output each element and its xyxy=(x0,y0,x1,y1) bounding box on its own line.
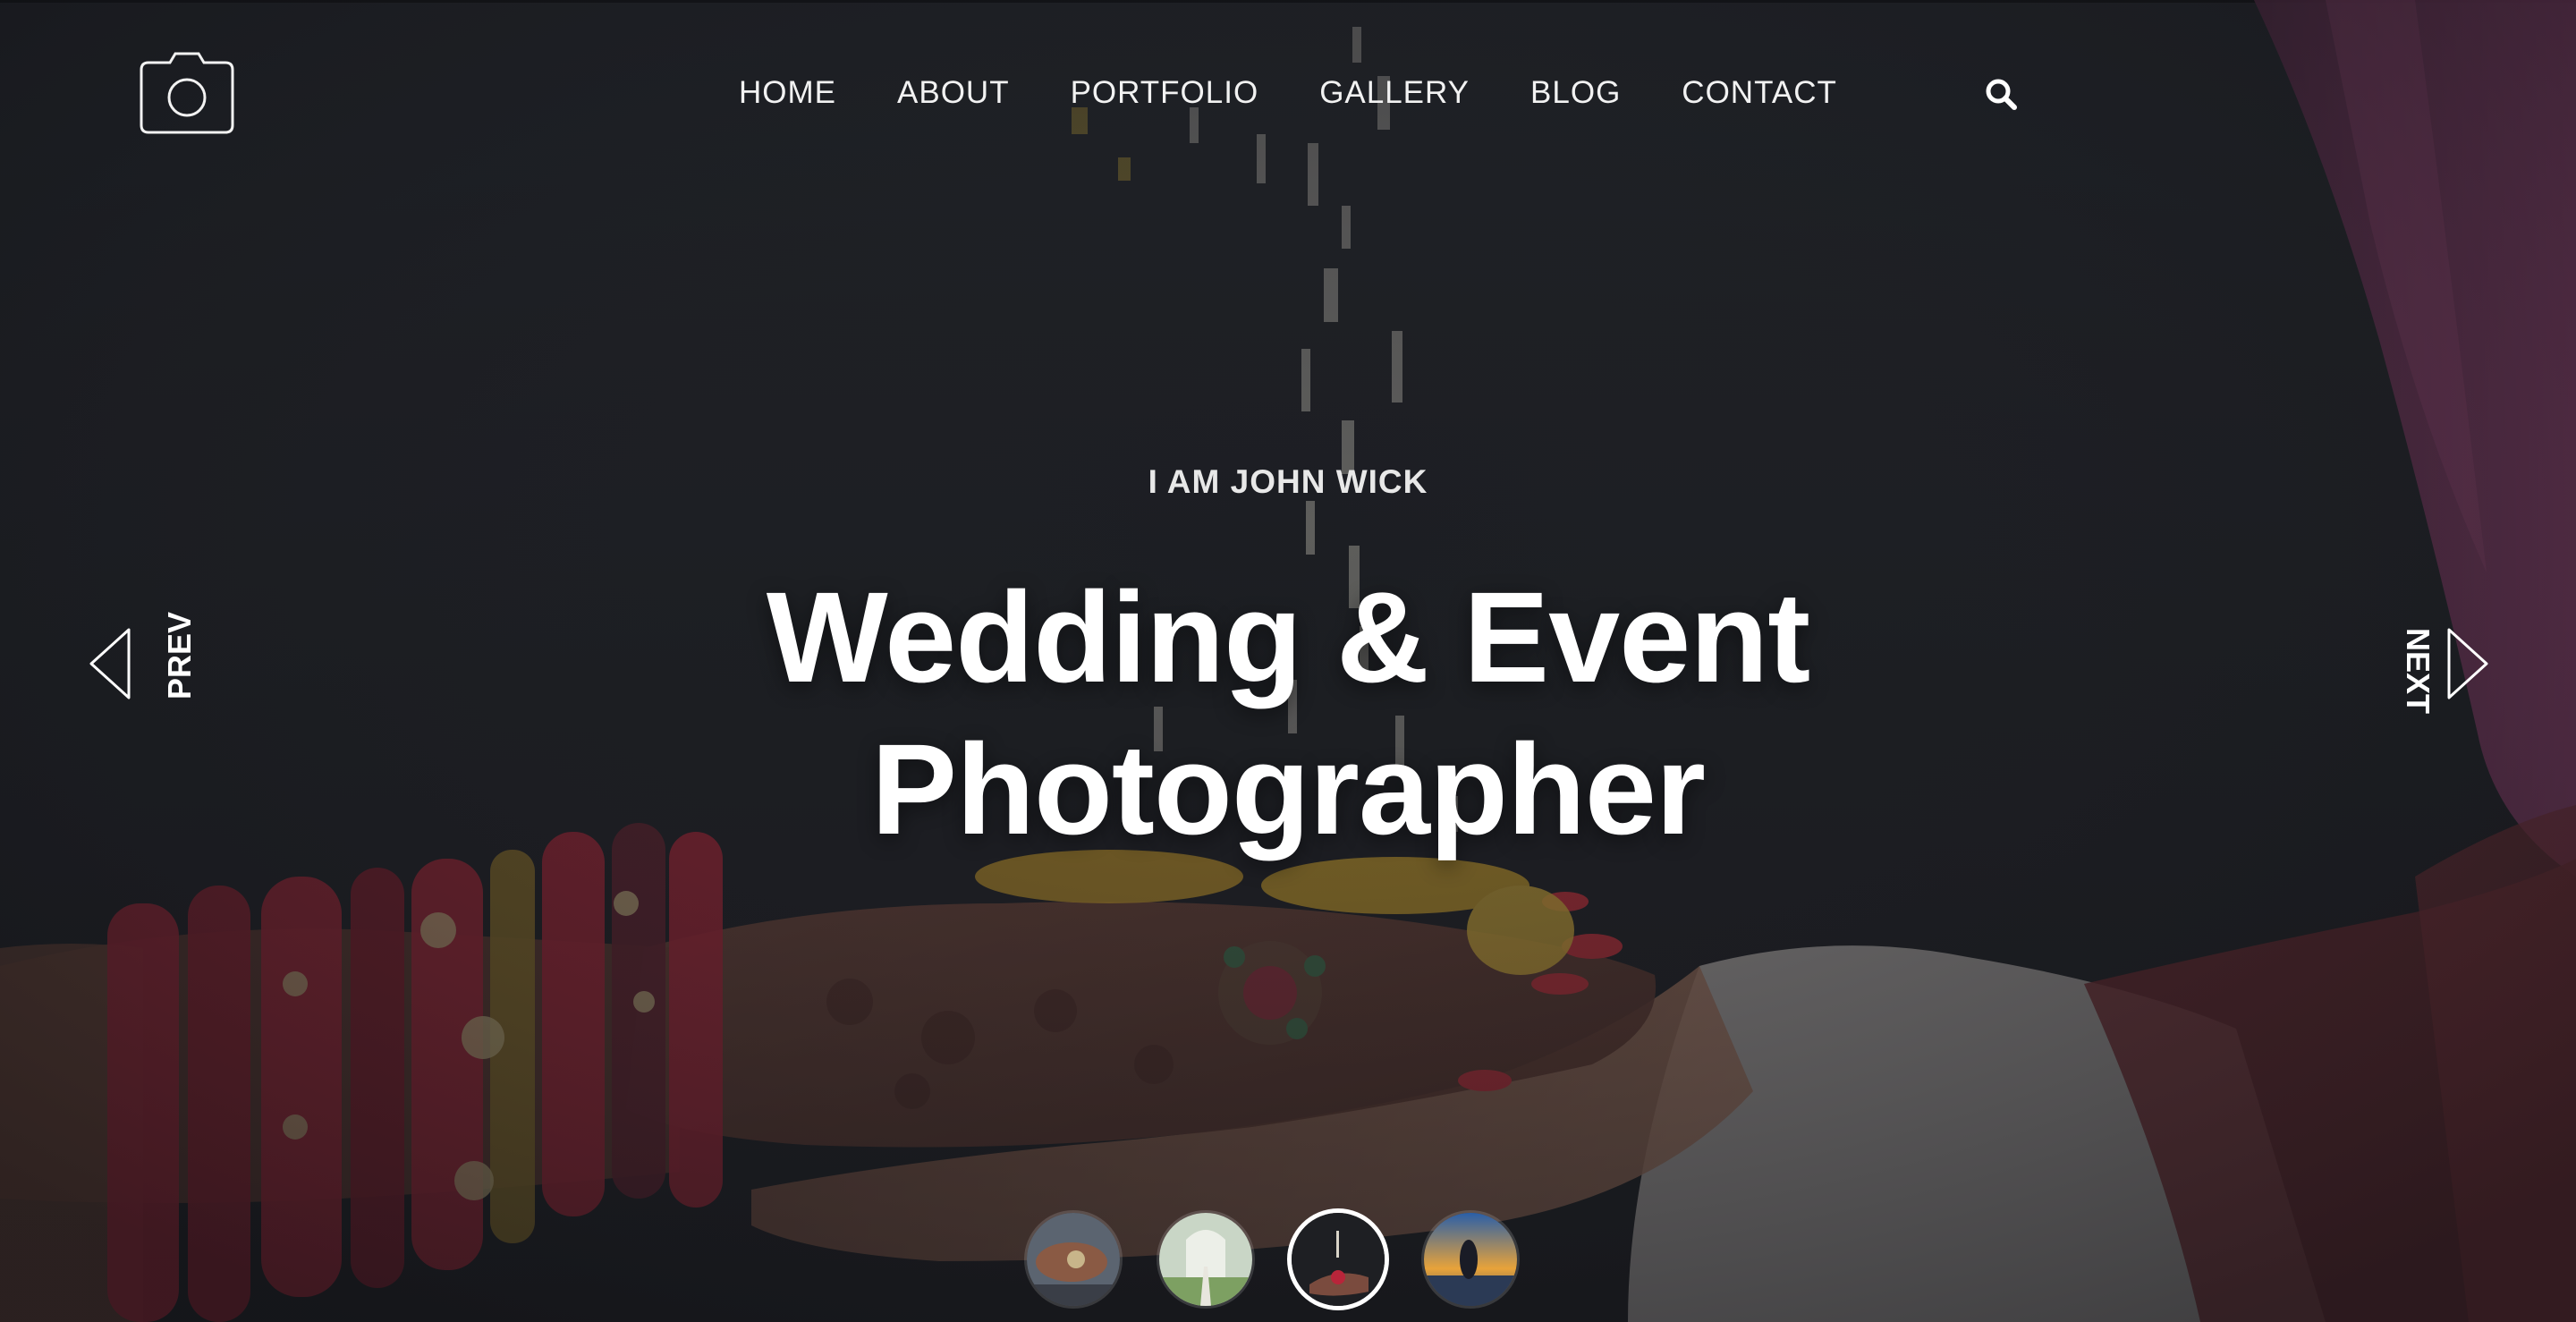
search-icon[interactable] xyxy=(1982,75,2021,114)
chevron-right-icon xyxy=(2447,628,2488,699)
hero-kicker: I AM JOHN WICK xyxy=(1148,463,1428,500)
slide-thumbnail-1[interactable] xyxy=(1027,1213,1120,1306)
hero-title: Wedding & Event Photographer xyxy=(0,562,2576,866)
nav-portfolio[interactable]: PORTFOLIO xyxy=(1071,75,1259,111)
prev-label: PREV xyxy=(161,611,198,699)
main-nav: HOME ABOUT PORTFOLIO GALLERY BLOG CONTAC… xyxy=(739,68,1837,118)
nav-blog[interactable]: BLOG xyxy=(1530,75,1621,111)
nav-about[interactable]: ABOUT xyxy=(897,75,1010,111)
slide-thumbnail-2[interactable] xyxy=(1159,1213,1252,1306)
prev-button[interactable]: PREV xyxy=(86,612,220,701)
camera-icon[interactable] xyxy=(140,50,234,136)
chevron-left-icon xyxy=(89,628,131,699)
next-button[interactable]: NEXT xyxy=(2372,626,2506,714)
nav-home[interactable]: HOME xyxy=(739,75,836,111)
nav-gallery[interactable]: GALLERY xyxy=(1319,75,1470,111)
slide-thumbnail-4[interactable] xyxy=(1424,1213,1517,1306)
hero-title-line2: Photographer xyxy=(870,717,1706,861)
next-label: NEXT xyxy=(2400,628,2436,715)
nav-contact[interactable]: CONTACT xyxy=(1682,75,1837,111)
slider-thumbnails xyxy=(1027,1213,1517,1306)
hero-title-line1: Wedding & Event xyxy=(766,565,1810,709)
slide-thumbnail-3[interactable] xyxy=(1292,1213,1385,1306)
